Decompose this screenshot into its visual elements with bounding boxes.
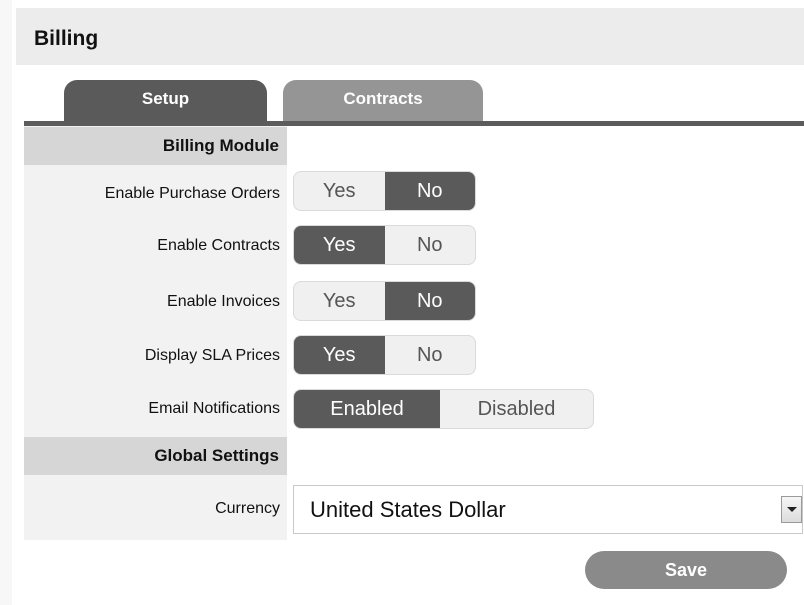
option-yes[interactable]: Yes [294, 226, 385, 264]
currency-value: United States Dollar [310, 497, 506, 522]
option-no[interactable]: No [385, 226, 476, 264]
option-yes[interactable]: Yes [294, 336, 385, 374]
toggle-enable-purchase-orders: Yes No [293, 171, 476, 211]
page-title: Billing [34, 27, 99, 50]
header-bar [16, 8, 804, 65]
currency-select[interactable]: United States Dollar [293, 485, 803, 534]
option-enabled[interactable]: Enabled [294, 390, 440, 428]
toggle-enable-contracts: Yes No [293, 225, 476, 265]
left-margin-strip [0, 0, 12, 605]
option-no[interactable]: No [384, 172, 475, 210]
label-enable-purchase-orders: Enable Purchase Orders [104, 185, 280, 202]
option-disabled[interactable]: Disabled [440, 390, 593, 428]
toggle-display-sla-prices: Yes No [293, 335, 476, 375]
toggle-email-notifications: Enabled Disabled [293, 389, 594, 429]
toggle-enable-invoices: Yes No [293, 281, 476, 321]
chevron-down-icon[interactable] [781, 496, 802, 523]
label-display-sla-prices: Display SLA Prices [144, 347, 280, 364]
option-no[interactable]: No [385, 336, 476, 374]
option-yes[interactable]: Yes [294, 282, 385, 320]
option-no[interactable]: No [384, 282, 475, 320]
save-button[interactable]: Save [585, 551, 787, 589]
label-email-notifications: Email Notifications [148, 400, 280, 417]
label-enable-invoices: Enable Invoices [167, 293, 280, 310]
label-currency: Currency [215, 500, 280, 517]
section-global-settings: Global Settings [24, 437, 287, 475]
option-yes[interactable]: Yes [294, 172, 385, 210]
tab-contracts[interactable]: Contracts [283, 80, 483, 122]
section-billing-module: Billing Module [24, 127, 287, 165]
label-enable-contracts: Enable Contracts [157, 237, 280, 254]
tab-setup[interactable]: Setup [64, 80, 267, 122]
